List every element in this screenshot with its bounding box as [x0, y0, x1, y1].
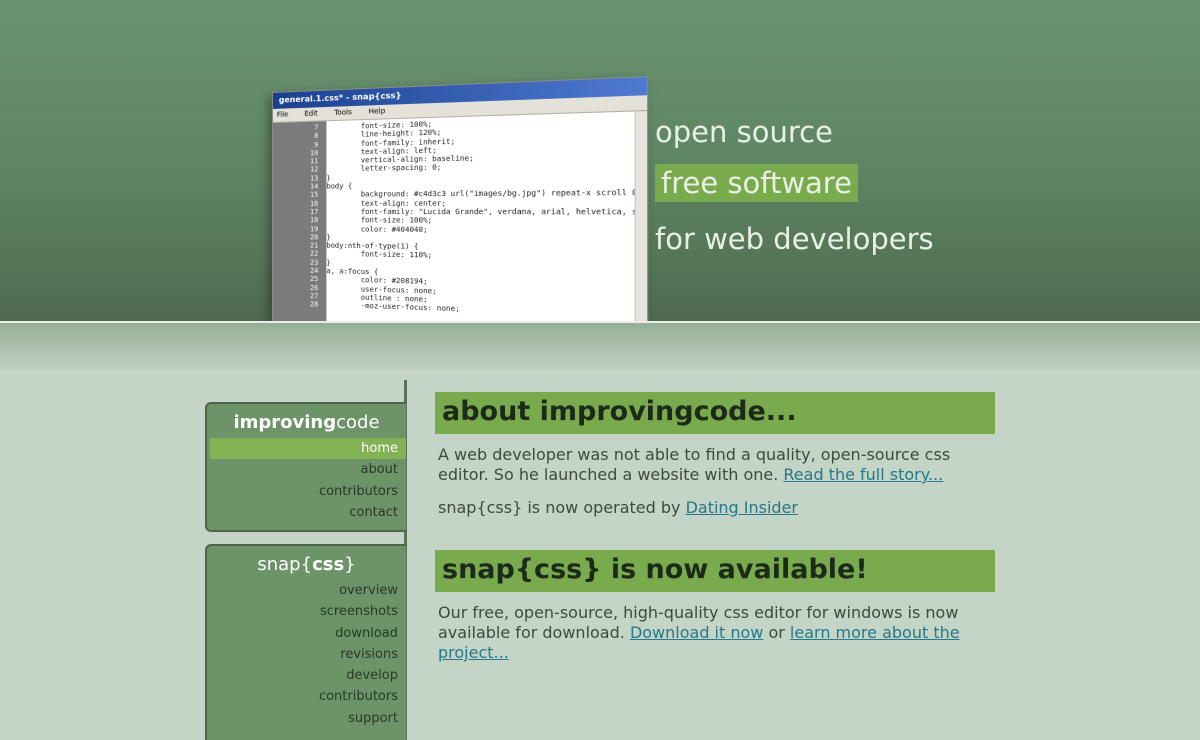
site-header: general.1.css* - snap{css} File Edit Too… [0, 0, 1200, 322]
editor-menu-file: File [276, 110, 289, 119]
operated-text: snap{css} is now operated by Dating Insi… [438, 498, 998, 518]
line-code: text-align: center; [326, 198, 446, 208]
line-number: 18 [309, 216, 319, 225]
nav-item-support[interactable]: support [210, 708, 406, 729]
code-line: 16 text-align: center; [273, 198, 635, 208]
operated-body: snap{css} is now operated by [438, 498, 686, 517]
snap-text: Our free, open-source, high-quality css … [438, 603, 998, 663]
snap-heading: snap{css} is now available! [435, 550, 995, 592]
line-code: } [326, 174, 331, 183]
nav-snapcss: snap{css} overview screenshots download … [205, 544, 406, 740]
tagline-open-source: open source [655, 115, 833, 149]
nav-snapcss-heading: snap{css} [207, 546, 406, 580]
line-number: 17 [309, 207, 319, 217]
nav-item-snap-contributors[interactable]: contributors [210, 686, 406, 707]
line-code: } [326, 258, 331, 267]
line-code: letter-spacing: 0; [326, 163, 442, 174]
read-full-story-link[interactable]: Read the full story... [783, 465, 943, 484]
nav-item-download[interactable]: download [210, 623, 406, 644]
line-number: 14 [309, 182, 319, 191]
line-number: 15 [309, 191, 319, 200]
nav-item-home[interactable]: home [210, 438, 406, 460]
nav-item-screenshots[interactable]: screenshots [210, 601, 406, 622]
editor-menu-edit: Edit [304, 109, 318, 118]
nav-snapcss-heading-post: } [344, 554, 356, 575]
editor-code: 7 font-size: 100%; 8 line-height: 120%; 9 … [273, 114, 635, 320]
about-heading: about improvingcode... [435, 392, 995, 434]
line-code: font-size: 110%; [326, 250, 433, 261]
editor-body: 7 font-size: 100%; 8 line-height: 120%; 9 … [272, 111, 648, 322]
header-shadow-band [0, 323, 1200, 373]
code-line: 15 background: #c4d3c3 url("images/bg.jp… [273, 189, 635, 200]
line-code: background: #c4d3c3 url("images/bg.jpg")… [326, 188, 635, 200]
line-code: color: #404040; [326, 224, 428, 234]
editor-menu-help: Help [368, 106, 386, 116]
nav-item-revisions[interactable]: revisions [210, 644, 406, 665]
nav-item-contact[interactable]: contact [210, 502, 406, 523]
line-code: font-family: "Lucida Grande", verdana, a… [326, 207, 635, 217]
nav-improvingcode: improvingcode home about contributors co… [205, 402, 406, 532]
line-number: 28 [309, 300, 319, 309]
nav-improvingcode-heading: improvingcode [207, 404, 406, 438]
dating-insider-link[interactable]: Dating Insider [686, 498, 798, 517]
about-text: A web developer was not able to find a q… [438, 445, 998, 485]
editor-menu-tools: Tools [334, 108, 352, 117]
nav-item-contributors[interactable]: contributors [210, 481, 406, 502]
tagline-web-developers: for web developers [655, 222, 934, 256]
nav-snapcss-heading-pre: snap{ [257, 554, 313, 575]
line-code: } [326, 233, 331, 242]
line-code: body { [326, 182, 353, 191]
line-number: 16 [309, 199, 319, 208]
editor-screenshot: general.1.css* - snap{css} File Edit Too… [272, 75, 649, 322]
nav-improvingcode-list: home about contributors contact [207, 438, 406, 523]
nav-item-overview[interactable]: overview [210, 580, 406, 601]
nav-snapcss-heading-bold: css [312, 554, 345, 575]
download-now-link[interactable]: Download it now [630, 623, 763, 642]
nav-item-develop[interactable]: develop [210, 665, 406, 686]
nav-improvingcode-heading-rest: code [336, 412, 380, 433]
snap-or: or [763, 623, 790, 642]
nav-snapcss-list: overview screenshots download revisions … [207, 580, 406, 729]
tagline-free-software: free software [655, 164, 858, 202]
editor-scrollbar [634, 111, 648, 322]
nav-item-about[interactable]: about [210, 459, 406, 480]
nav-improvingcode-heading-bold: improving [233, 412, 337, 433]
